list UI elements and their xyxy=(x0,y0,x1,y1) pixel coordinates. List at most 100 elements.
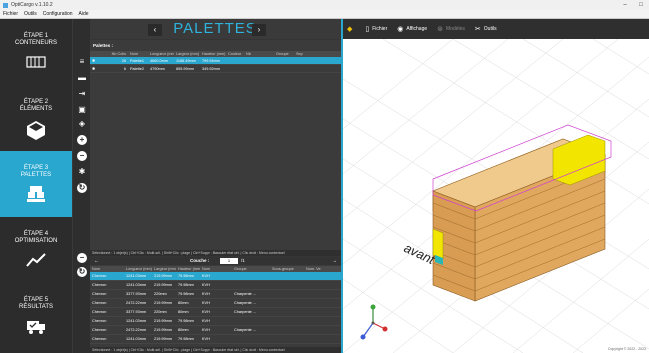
table-row[interactable]: Chevron 1241.03mm 219.99mm 79.98mm KVH xyxy=(90,335,341,344)
table-row[interactable]: Chevron 2472.22mm 219.99mm 80mm KVH Charpente… xyxy=(90,326,341,335)
menu-outils[interactable]: Outils xyxy=(24,11,37,17)
table-row[interactable]: Chevron 1241.03mm 219.99mm 79.98mm KVH xyxy=(90,317,341,326)
table-cell xyxy=(270,272,304,280)
table-cell: Chevron xyxy=(92,292,107,296)
models-icon: ⊛ xyxy=(437,26,444,33)
layer-label: Couche : xyxy=(190,258,210,263)
gear-icon[interactable]: ✱ xyxy=(77,167,87,177)
table-cell xyxy=(270,335,304,343)
table-cell: Chevron xyxy=(92,301,107,305)
table-cell: Charpente ... xyxy=(234,310,256,314)
next-step-button[interactable]: › xyxy=(252,24,266,36)
table-cell: Palette1 xyxy=(130,59,144,63)
viewer-display-button[interactable]: ◉ Affichage xyxy=(397,25,427,33)
step-optimisation[interactable]: ÉTAPE 4 OPTIMISATION xyxy=(0,217,72,283)
table-cell: Palette2 xyxy=(130,67,144,71)
menu-configuration[interactable]: Configuration xyxy=(43,11,73,17)
palettes-header: ‹ PALETTES › xyxy=(90,19,341,39)
table-row[interactable]: Chevron 1241.03mm 219.99mm 79.98mm KVH xyxy=(90,272,341,281)
table-cell xyxy=(270,290,304,298)
layer-input[interactable]: 1 xyxy=(220,258,238,264)
sort-icon[interactable]: ≡ xyxy=(77,57,87,67)
remove-icon[interactable]: − xyxy=(77,151,87,161)
table-cell: 219.99mm xyxy=(154,337,172,341)
table-cell xyxy=(232,317,270,325)
table-cell: 26 xyxy=(121,59,126,63)
step-elements[interactable]: ÉTAPE 2 ÉLÉMENTS xyxy=(0,85,72,151)
main-area: ‹ PALETTES › Palettes : Nb Colis Nom Lon… xyxy=(90,19,341,353)
palettes-table: Nb Colis Nom Longueur (mm) Largeur (mm) … xyxy=(90,51,341,73)
column-header[interactable]: Nb xyxy=(244,51,274,57)
gear-icon[interactable]: ✱ xyxy=(90,57,100,64)
viewer-models-button[interactable]: ⊛ Modèles xyxy=(437,25,465,33)
step-palettes[interactable]: ÉTAPE 3 PALETTES xyxy=(0,151,72,217)
menu-aide[interactable]: Aide xyxy=(79,11,89,17)
prev-layer-button[interactable]: ← xyxy=(94,257,99,265)
table-cell xyxy=(232,335,270,343)
table-row[interactable]: ✱ 26 Palette1 4660.0mm 1168.49mm 799.94m… xyxy=(90,57,341,65)
step-conteneurs[interactable]: ÉTAPE 1 CONTENEURS xyxy=(0,19,72,85)
step-label: OPTIMISATION xyxy=(14,238,58,244)
pallet-stack-icon[interactable]: ◈ xyxy=(77,119,87,129)
remove-colis-icon[interactable]: − xyxy=(77,253,87,263)
step-label: ÉTAPE 2 xyxy=(23,99,49,105)
import-icon[interactable]: ⇥ xyxy=(77,89,87,99)
refresh-colis-icon[interactable]: ↻ xyxy=(77,267,87,277)
column-header[interactable]: Couleur xyxy=(226,51,244,57)
table-cell xyxy=(304,281,329,289)
table-row[interactable]: Chevron 2472.22mm 219.99mm 80mm KVH Charpente… xyxy=(90,299,341,308)
folder-icon[interactable]: ▬ xyxy=(77,73,87,83)
table-cell: KVH xyxy=(202,319,210,323)
menu-bar: Fichier Outils Configuration Aide xyxy=(0,10,649,19)
table-cell: 1168.49mm xyxy=(176,59,196,63)
table-cell: 79.98mm xyxy=(178,283,194,287)
table-cell: KVH xyxy=(202,337,210,341)
viewer-tools-button[interactable]: ✂ Outils xyxy=(475,25,497,33)
table-cell: 4790mm xyxy=(150,67,165,71)
3d-scene[interactable]: avant xyxy=(343,39,649,353)
minimize-icon[interactable]: – xyxy=(617,2,633,8)
camera-icon: ◉ xyxy=(397,26,404,33)
palettes-section: Palettes : Nb Colis Nom Longueur (mm) La… xyxy=(90,40,341,250)
table-cell xyxy=(304,326,329,334)
add-icon[interactable]: + xyxy=(77,135,87,145)
viewer-file-label: Fichier xyxy=(372,26,388,32)
table-cell: Charpente ... xyxy=(234,301,256,305)
pallet-icon xyxy=(27,186,45,202)
table-cell: 2472.22mm xyxy=(126,328,147,332)
step-resultats[interactable]: ÉTAPE 5 RÉSULTATS xyxy=(0,283,72,349)
gear-icon[interactable]: ✱ xyxy=(90,65,100,72)
table-cell xyxy=(270,308,304,316)
maximize-icon[interactable]: □ xyxy=(633,2,649,8)
viewer-display-label: Affichage xyxy=(406,26,428,32)
refresh-icon[interactable]: ↻ xyxy=(77,183,87,193)
save-icon[interactable]: ▣ xyxy=(77,105,87,115)
menu-fichier[interactable]: Fichier xyxy=(3,11,18,17)
file-icon: ▯ xyxy=(365,26,370,33)
table-cell: Chevron xyxy=(92,337,107,341)
table-cell: KVH xyxy=(202,292,210,296)
step-label: RÉSULTATS xyxy=(18,304,53,310)
table-cell xyxy=(304,317,329,325)
trend-icon xyxy=(26,253,46,267)
table-cell: Chevron xyxy=(92,310,107,314)
table-cell xyxy=(232,272,270,280)
palettes-label: Palettes : xyxy=(93,43,114,48)
title-bar: OptiCargo v.1.10.2 – □ xyxy=(0,0,649,10)
table-row[interactable]: Chevron 3377.93mm 220mm 80mm KVH Charpente ..… xyxy=(90,308,341,317)
table-cell xyxy=(304,290,329,298)
column-header[interactable]: Groupe xyxy=(274,51,294,57)
column-header[interactable]: Sep xyxy=(294,51,314,57)
table-cell: 3377.93mm xyxy=(126,292,147,296)
table-cell: 79.98mm xyxy=(178,274,194,278)
step-label: ÉLÉMENTS xyxy=(19,106,53,112)
table-row[interactable]: Chevron 3377.93mm 220mm 79.98mm KVH Charpente… xyxy=(90,290,341,299)
viewer-file-button[interactable]: ▯ Fichier xyxy=(365,25,387,33)
next-layer-button[interactable]: → xyxy=(333,257,338,265)
viewer-panel: ◆ ▯ Fichier ◉ Affichage ⊛ Modèles ✂ Outils xyxy=(343,19,649,353)
table-cell: 80mm xyxy=(178,301,189,305)
table-row[interactable]: ✱ 6 Palette2 4790mm 855.99mm 349.92mm xyxy=(90,65,341,73)
axis-gizmo xyxy=(360,304,388,340)
table-cell: Chevron xyxy=(92,283,107,287)
table-row[interactable]: Chevron 1241.03mm 219.99mm 79.98mm KVH xyxy=(90,281,341,290)
